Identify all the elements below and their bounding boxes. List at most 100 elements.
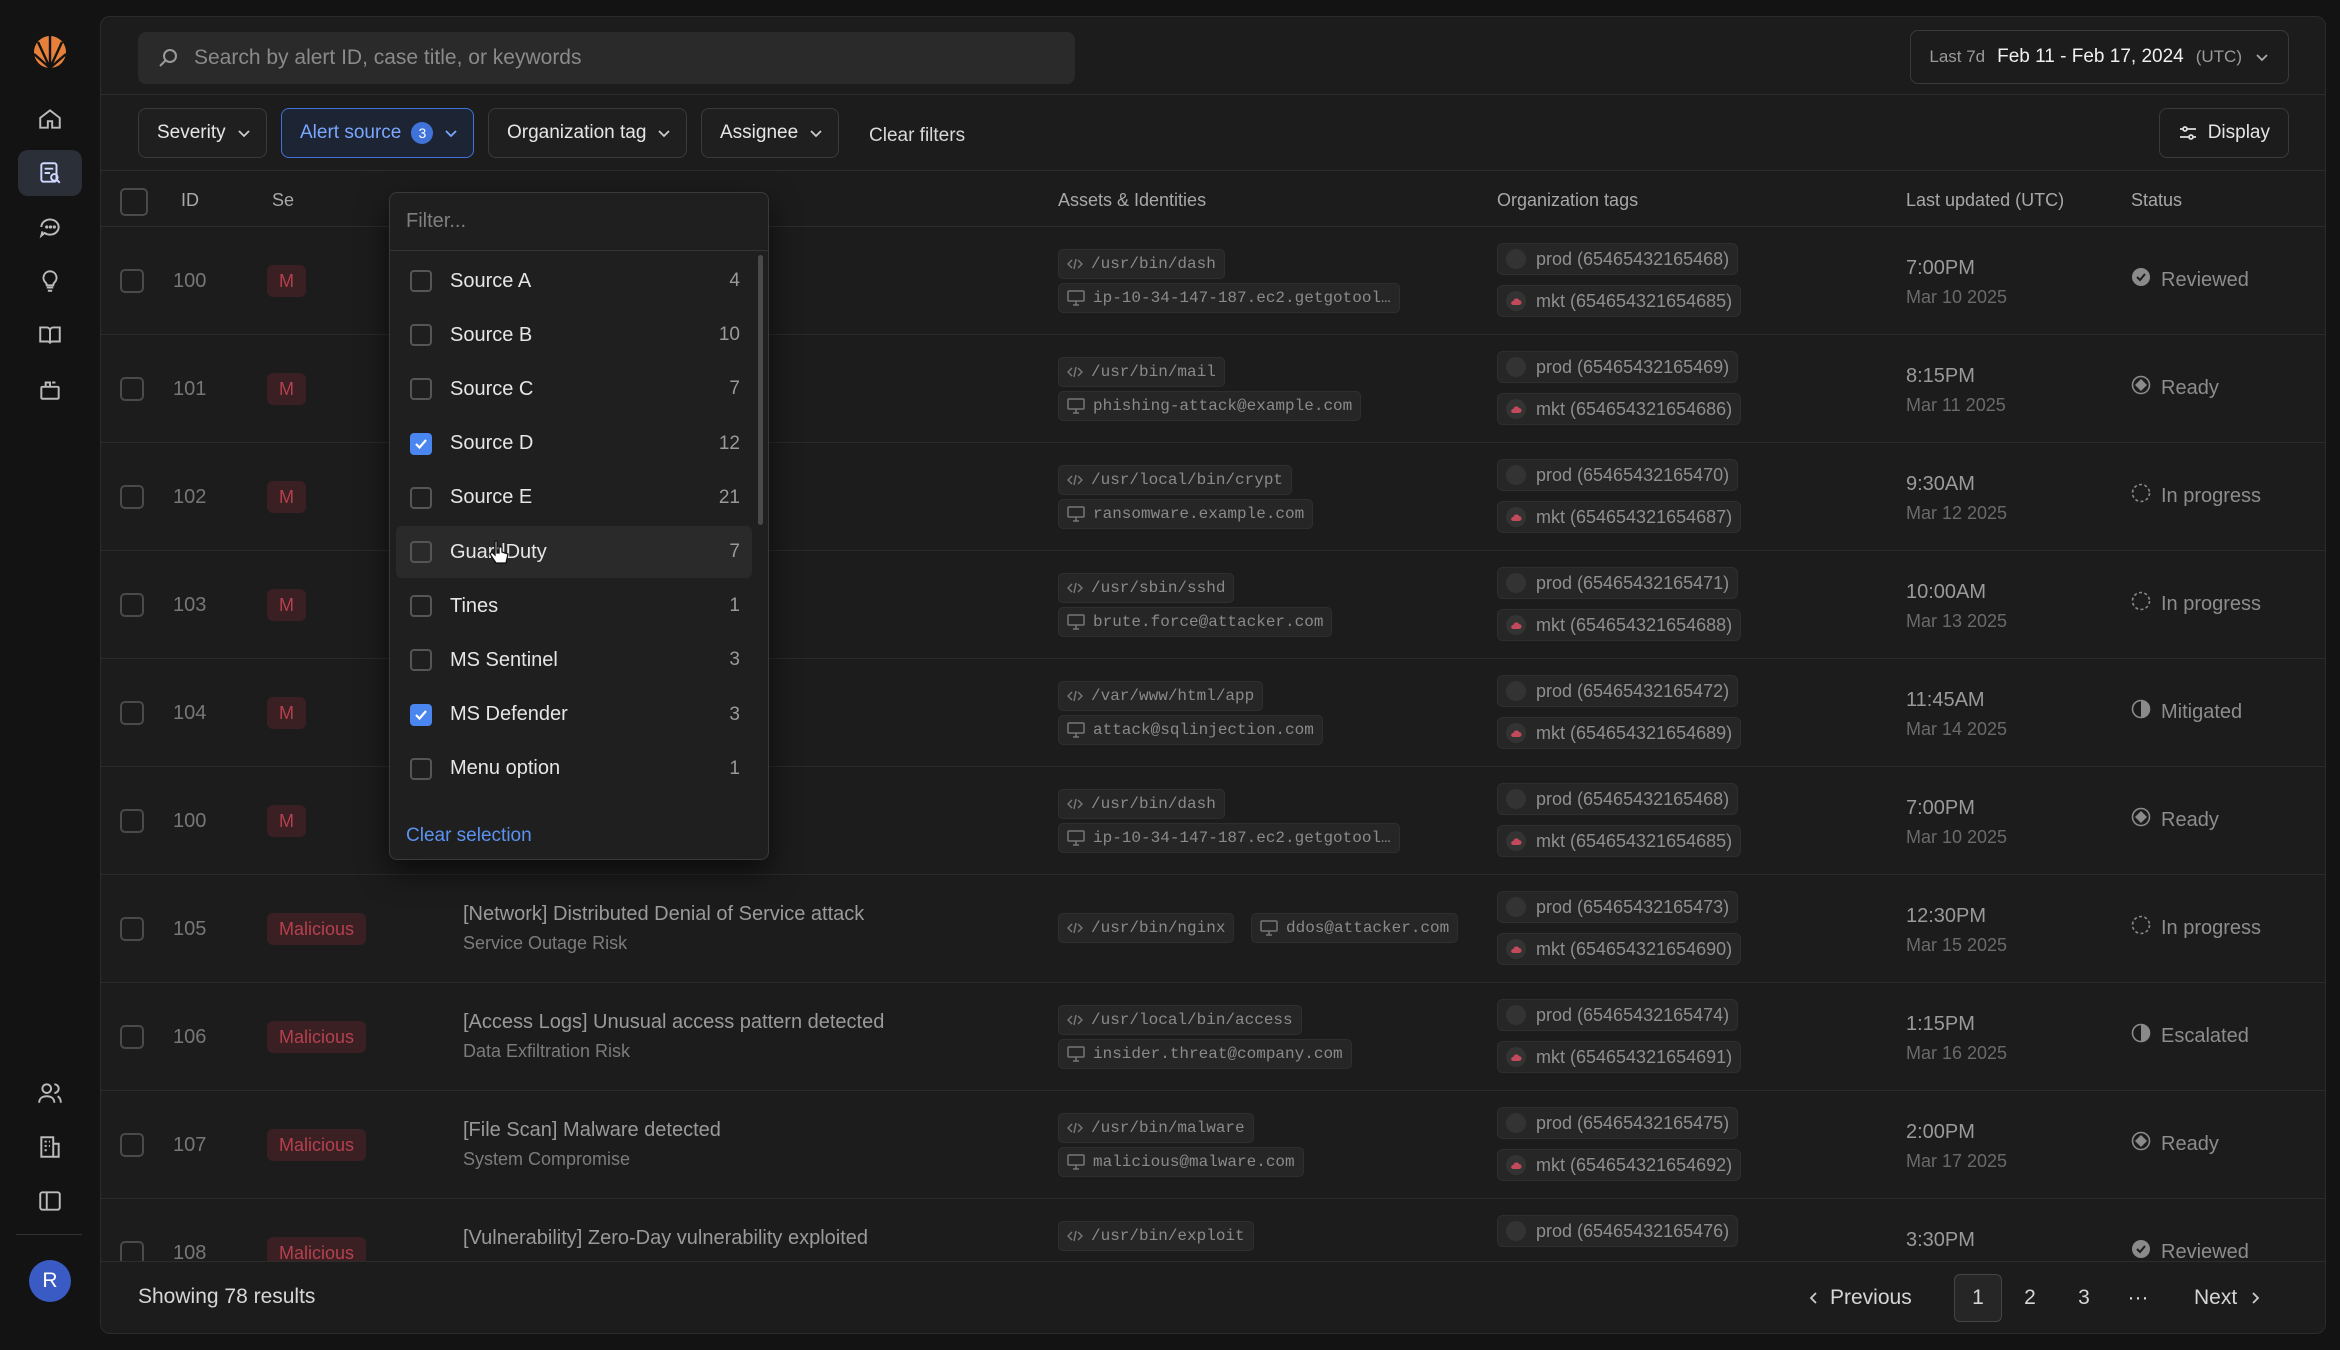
- alert-title[interactable]: [Network] Distributed Denial of Service …: [463, 903, 864, 926]
- page-3-button[interactable]: 3: [2070, 1274, 2098, 1322]
- source-option[interactable]: Source A 4: [396, 255, 752, 307]
- asset-identity-chip[interactable]: brute.force@attacker.com: [1058, 607, 1333, 637]
- org-tag-mkt[interactable]: mkt (654654321654686): [1497, 393, 1742, 425]
- severity-filter-button[interactable]: Severity: [138, 108, 267, 158]
- app-logo-icon[interactable]: [32, 34, 68, 75]
- display-options-button[interactable]: Display: [2158, 108, 2289, 158]
- source-checkbox[interactable]: [410, 270, 432, 292]
- org-tag-prod[interactable]: prod (65465432165474): [1497, 999, 1739, 1031]
- asset-path-chip[interactable]: /usr/bin/dash: [1058, 249, 1225, 279]
- asset-identity-chip[interactable]: ip-10-34-147-187.ec2.getgotool…: [1058, 823, 1400, 853]
- source-checkbox[interactable]: [410, 486, 432, 509]
- date-range-picker[interactable]: Last 7d Feb 11 - Feb 17, 2024 (UTC): [1910, 30, 2289, 84]
- row-checkbox[interactable]: [120, 485, 144, 509]
- source-checkbox[interactable]: [410, 432, 432, 455]
- asset-path-chip[interactable]: /usr/bin/dash: [1058, 789, 1225, 819]
- asset-identity-chip[interactable]: ddos@attacker.com: [1251, 913, 1459, 943]
- nav-organization-icon[interactable]: [18, 1124, 82, 1170]
- nav-integrations-icon[interactable]: [18, 366, 82, 412]
- source-checkbox[interactable]: [410, 378, 432, 401]
- source-checkbox[interactable]: [410, 649, 432, 672]
- org-tag-prod[interactable]: prod (65465432165473): [1497, 891, 1739, 923]
- header-org-tags[interactable]: Organization tags: [1497, 190, 1638, 211]
- next-page-button[interactable]: Next: [2194, 1274, 2263, 1322]
- org-tag-mkt[interactable]: mkt (654654321654689): [1497, 717, 1742, 749]
- header-assets[interactable]: Assets & Identities: [1058, 190, 1206, 211]
- asset-path-chip[interactable]: /usr/bin/exploit: [1058, 1221, 1254, 1251]
- page-2-button[interactable]: 2: [2016, 1274, 2044, 1322]
- header-id[interactable]: ID: [181, 190, 199, 211]
- org-tag-mkt[interactable]: mkt (654654321654692): [1497, 1149, 1742, 1181]
- alert-title[interactable]: [Vulnerability] Zero-Day vulnerability e…: [463, 1227, 868, 1250]
- status-cell[interactable]: In progress: [2131, 915, 2261, 941]
- source-checkbox[interactable]: [410, 541, 432, 563]
- status-cell[interactable]: Escalated: [2131, 1023, 2249, 1049]
- row-checkbox[interactable]: [120, 701, 144, 725]
- status-cell[interactable]: Reviewed: [2131, 267, 2249, 293]
- asset-identity-chip[interactable]: phishing-attack@example.com: [1058, 391, 1362, 421]
- asset-identity-chip[interactable]: attack@sqlinjection.com: [1058, 715, 1323, 745]
- asset-identity-chip[interactable]: insider.threat@company.com: [1058, 1039, 1352, 1069]
- row-checkbox[interactable]: [120, 1025, 144, 1049]
- asset-path-chip[interactable]: /usr/sbin/sshd: [1058, 573, 1235, 603]
- row-checkbox[interactable]: [120, 1133, 144, 1157]
- header-last-updated[interactable]: Last updated (UTC): [1906, 190, 2064, 211]
- row-checkbox[interactable]: [120, 593, 144, 617]
- search-input[interactable]: [194, 46, 1034, 70]
- source-checkbox[interactable]: [410, 324, 432, 347]
- header-status[interactable]: Status: [2131, 190, 2182, 211]
- alert-source-filter-button[interactable]: Alert source 3: [281, 108, 475, 158]
- nav-alerts-icon[interactable]: [18, 150, 82, 196]
- clear-selection-button[interactable]: Clear selection: [406, 825, 532, 847]
- org-tag-mkt[interactable]: mkt (654654321654691): [1497, 1041, 1742, 1073]
- dropdown-filter-input[interactable]: [406, 210, 746, 233]
- user-avatar[interactable]: R: [29, 1260, 71, 1302]
- source-checkbox[interactable]: [410, 757, 432, 780]
- table-row[interactable]: 107 Malicious [File Scan] Malware detect…: [101, 1091, 2325, 1199]
- alert-title[interactable]: [Access Logs] Unusual access pattern det…: [463, 1011, 884, 1034]
- org-tag-prod[interactable]: prod (65465432165470): [1497, 459, 1739, 491]
- asset-path-chip[interactable]: /var/www/html/app: [1058, 681, 1264, 711]
- status-cell[interactable]: Ready: [2131, 1131, 2219, 1157]
- org-tag-prod[interactable]: prod (65465432165468): [1497, 783, 1739, 815]
- source-option[interactable]: Tines 1: [396, 580, 752, 632]
- org-tag-mkt[interactable]: mkt (654654321654685): [1497, 825, 1742, 857]
- row-checkbox[interactable]: [120, 917, 144, 941]
- asset-identity-chip[interactable]: malicious@malware.com: [1058, 1147, 1304, 1177]
- org-tag-prod[interactable]: prod (65465432165475): [1497, 1107, 1739, 1139]
- asset-path-chip[interactable]: /usr/local/bin/access: [1058, 1005, 1302, 1035]
- asset-identity-chip[interactable]: ip-10-34-147-187.ec2.getgotool…: [1058, 283, 1400, 313]
- source-option[interactable]: MS Defender 3: [396, 689, 752, 741]
- org-tag-mkt[interactable]: mkt (654654321654690): [1497, 933, 1742, 965]
- org-tag-prod[interactable]: prod (65465432165468): [1497, 243, 1739, 275]
- clear-filters-button[interactable]: Clear filters: [869, 125, 965, 147]
- nav-playbooks-icon[interactable]: [18, 312, 82, 358]
- asset-identity-chip[interactable]: ransomware.example.com: [1058, 499, 1314, 529]
- assignee-filter-button[interactable]: Assignee: [701, 108, 840, 158]
- nav-users-icon[interactable]: [18, 1070, 82, 1116]
- row-checkbox[interactable]: [120, 269, 144, 293]
- org-tag-prod[interactable]: prod (65465432165471): [1497, 567, 1739, 599]
- row-checkbox[interactable]: [120, 377, 144, 401]
- asset-path-chip[interactable]: /usr/bin/malware: [1058, 1113, 1254, 1143]
- source-option[interactable]: MS Sentinel 3: [396, 634, 752, 686]
- select-all-checkbox[interactable]: [120, 188, 148, 216]
- status-cell[interactable]: In progress: [2131, 483, 2261, 509]
- org-tag-prod[interactable]: prod (65465432165476): [1497, 1215, 1739, 1247]
- nav-insights-icon[interactable]: [18, 258, 82, 304]
- nav-chat-icon[interactable]: [18, 204, 82, 250]
- source-option[interactable]: Source B 10: [396, 309, 752, 361]
- status-cell[interactable]: Mitigated: [2131, 699, 2242, 725]
- status-cell[interactable]: Ready: [2131, 807, 2219, 833]
- source-option[interactable]: Source E 21: [396, 472, 752, 524]
- previous-page-button[interactable]: Previous: [1806, 1274, 1912, 1322]
- org-tag-mkt[interactable]: mkt (654654321654685): [1497, 285, 1742, 317]
- header-severity[interactable]: Se: [272, 190, 294, 211]
- search-bar[interactable]: [138, 32, 1075, 84]
- status-cell[interactable]: In progress: [2131, 591, 2261, 617]
- nav-sidebar-toggle-icon[interactable]: [18, 1178, 82, 1224]
- nav-home-icon[interactable]: [18, 96, 82, 142]
- source-option[interactable]: Source D 12: [396, 418, 752, 470]
- org-tag-prod[interactable]: prod (65465432165472): [1497, 675, 1739, 707]
- source-checkbox[interactable]: [410, 595, 432, 618]
